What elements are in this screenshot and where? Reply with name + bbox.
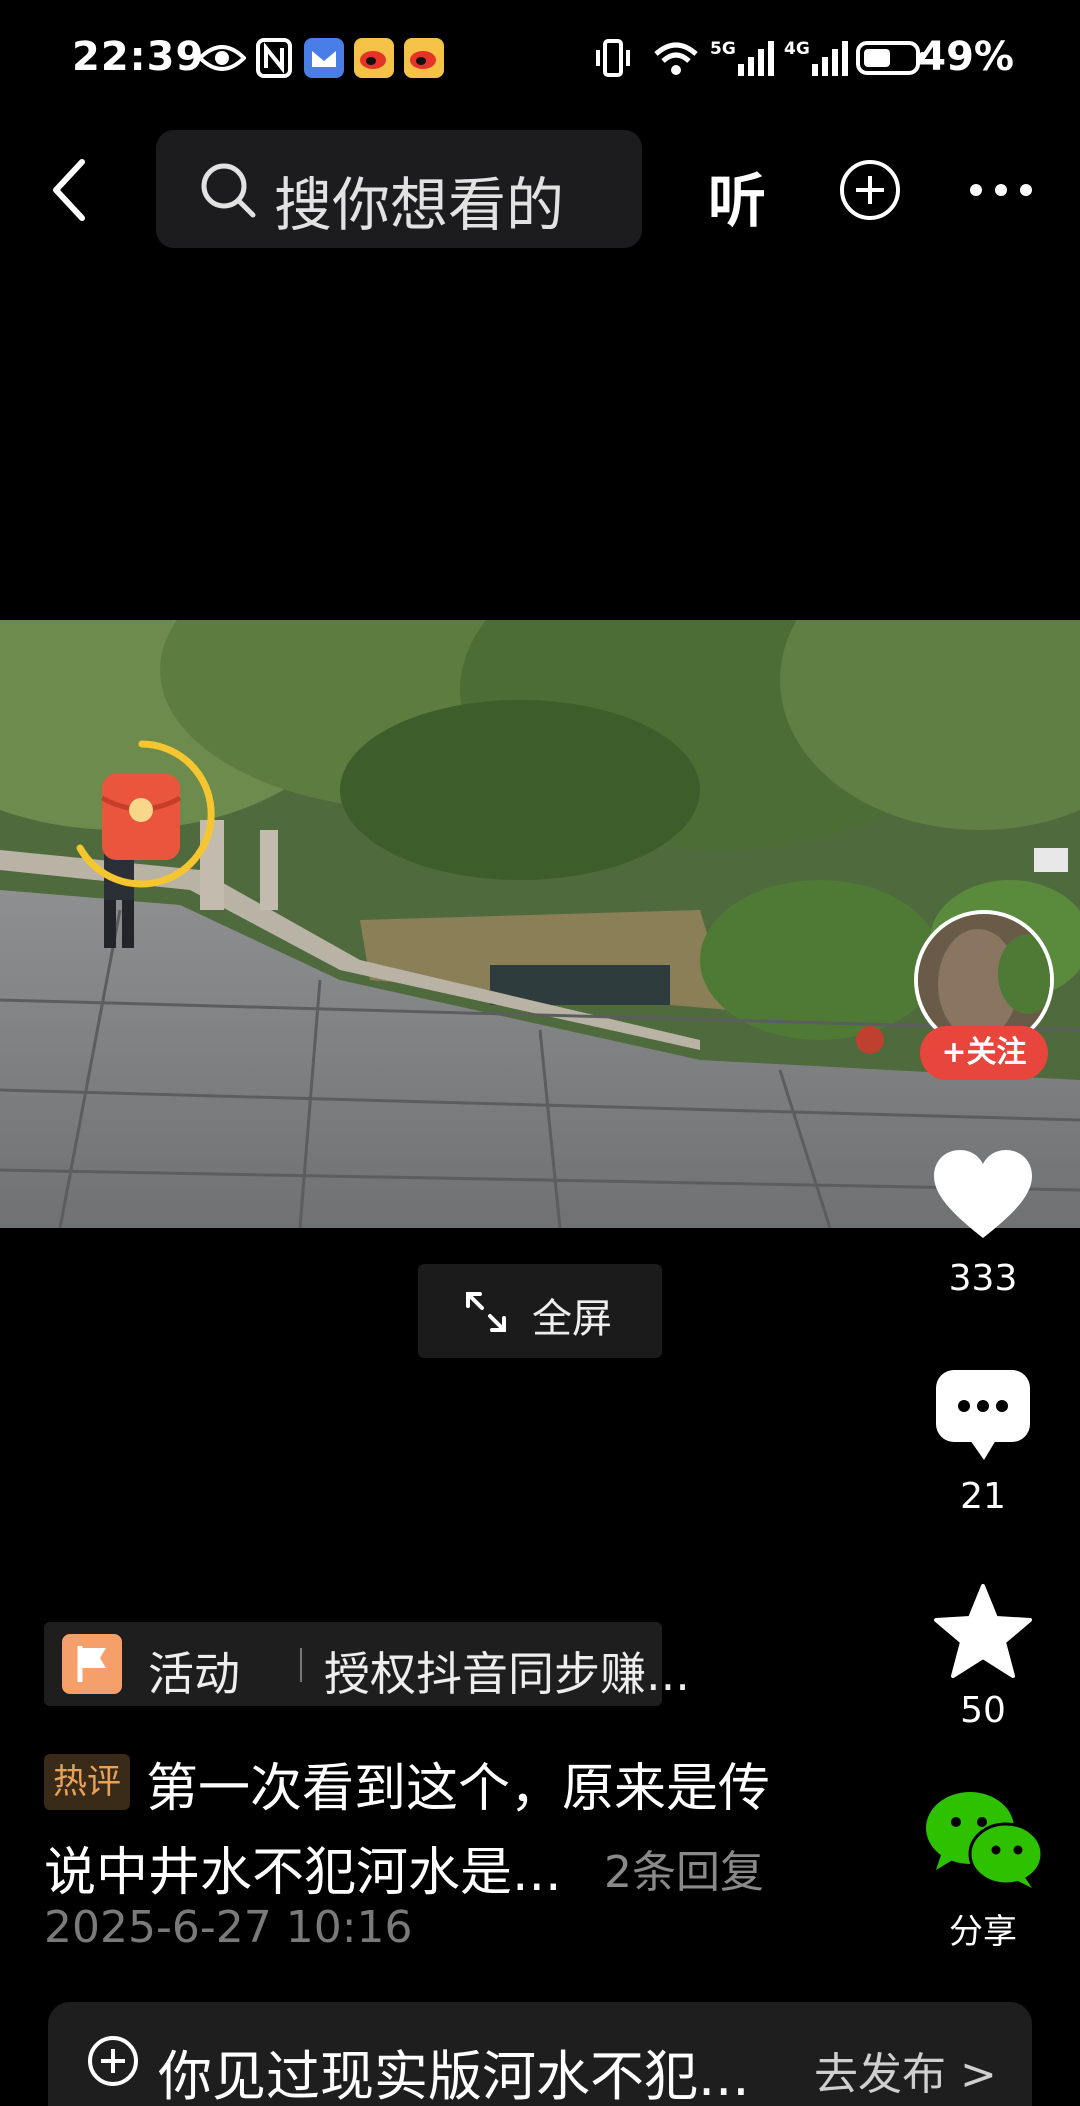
activity-chip[interactable]: 活动 授权抖音同步赚... xyxy=(44,1622,690,1706)
comment-count: 21 xyxy=(960,1476,1006,1517)
weibo-icon-2 xyxy=(404,38,444,78)
svg-text:5G: 5G xyxy=(710,39,736,59)
video-frame-scene xyxy=(0,620,1080,1228)
wechat-share-icon[interactable] xyxy=(924,1790,1044,1890)
favorite-count: 50 xyxy=(960,1690,1006,1731)
replies-link[interactable]: 2条回复 xyxy=(604,1836,764,1900)
activity-title: 活动 xyxy=(148,1647,240,1701)
vibrate-icon xyxy=(596,39,630,77)
nfc-icon xyxy=(256,38,292,78)
activity-description: 授权抖音同步赚... xyxy=(324,1647,690,1701)
star-icon[interactable] xyxy=(930,1582,1036,1682)
add-circle-icon[interactable] xyxy=(838,158,902,222)
svg-text:4G: 4G xyxy=(784,39,810,59)
comment-text-line2[interactable]: 说中井水不犯河水是... xyxy=(44,1830,562,1905)
follow-button[interactable]: +关注 xyxy=(920,1026,1048,1080)
listen-button[interactable]: 听 xyxy=(708,154,766,238)
like-count: 333 xyxy=(948,1258,1018,1299)
share-label[interactable]: 分享 xyxy=(900,1904,1066,1953)
more-icon[interactable] xyxy=(968,182,1034,198)
eye-icon xyxy=(198,45,246,71)
status-bar: 22:39 5G 4G 49% xyxy=(0,0,1080,120)
red-packet-icon[interactable] xyxy=(64,736,220,892)
fullscreen-label: 全屏 xyxy=(532,1296,612,1342)
search-input[interactable]: 搜你想看的 xyxy=(156,130,642,248)
status-time: 22:39 xyxy=(72,34,205,80)
activity-divider xyxy=(300,1648,302,1682)
publish-topic-text: 你见过现实版河水不犯... xyxy=(158,2045,750,2106)
fullscreen-button[interactable]: 全屏 xyxy=(418,1264,662,1358)
publish-bar[interactable]: 你见过现实版河水不犯... 去发布 > xyxy=(48,2002,1032,2106)
heart-icon[interactable] xyxy=(930,1146,1036,1246)
battery-percent: 49% xyxy=(918,34,1014,80)
back-icon[interactable] xyxy=(44,150,94,230)
signal-4g-icon: 4G xyxy=(784,39,848,76)
search-icon xyxy=(201,163,256,218)
comment-date: 2025-6-27 10:16 xyxy=(44,1902,413,1953)
hot-comment-badge: 热评 xyxy=(44,1754,130,1810)
signal-5g-icon: 5G xyxy=(710,39,774,76)
wifi-icon xyxy=(654,42,698,75)
search-placeholder: 搜你想看的 xyxy=(274,171,565,239)
battery-icon xyxy=(856,41,925,75)
flag-icon xyxy=(62,1634,122,1694)
video-player[interactable] xyxy=(0,620,1080,1228)
mail-app-icon xyxy=(304,38,344,78)
go-publish-button[interactable]: 去发布 > xyxy=(814,2038,997,2102)
weibo-icon xyxy=(354,38,394,78)
add-circle-icon xyxy=(88,2036,138,2086)
expand-icon xyxy=(466,1292,506,1332)
comment-text-line1[interactable]: 第一次看到这个，原来是传 xyxy=(146,1746,770,1821)
comment-icon[interactable] xyxy=(930,1368,1036,1468)
